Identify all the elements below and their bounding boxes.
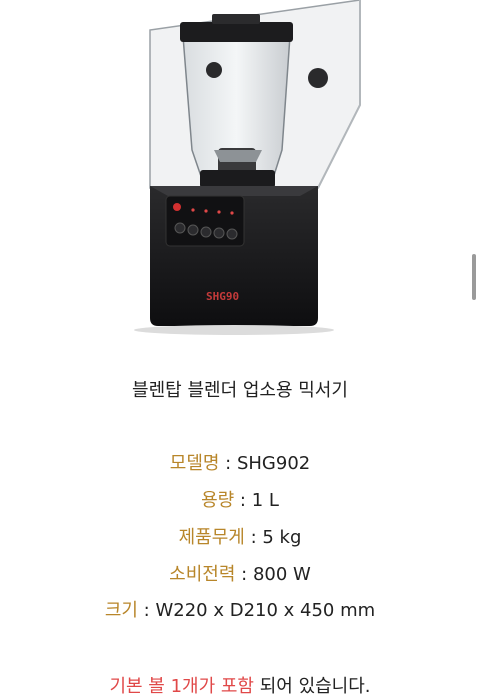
spec-row-model: 모델명 : SHG902 xyxy=(0,453,480,475)
spec-row-weight: 제품무게 : 5 kg xyxy=(0,527,480,549)
blender-illustration: SHG90 xyxy=(134,0,361,335)
spec-separator: : xyxy=(234,490,252,511)
product-caption: 블렌탑 블렌더 업소용 믹서기 xyxy=(132,380,348,401)
product-image: SHG90 xyxy=(0,0,480,355)
spec-value: 5 kg xyxy=(262,527,302,548)
jar-lid xyxy=(180,22,293,42)
spec-value: 800 W xyxy=(252,564,311,585)
spec-label: 소비전력 xyxy=(169,564,236,585)
spec-separator: : xyxy=(137,600,156,621)
spec-separator: : xyxy=(219,453,237,474)
spec-label: 용량 xyxy=(201,490,235,511)
spec-separator: : xyxy=(244,527,263,548)
included-note: 기본 볼 1개가 포함 되어 있습니다. xyxy=(0,672,480,698)
spec-row-power: 소비전력 : 800 W xyxy=(0,564,480,586)
included-note-text: 되어 있습니다. xyxy=(254,676,371,697)
brand-logo: SHG90 xyxy=(206,290,239,303)
spec-value: 1 L xyxy=(251,490,279,511)
spec-row-capacity: 용량 : 1 L xyxy=(0,490,480,512)
scrollbar-thumb[interactable] xyxy=(472,254,476,300)
spec-label: 제품무게 xyxy=(178,527,245,548)
spec-label: 크기 xyxy=(104,600,138,621)
spec-label: 모델명 xyxy=(169,453,220,474)
spec-value: W220 x D210 x 450 mm xyxy=(155,600,376,621)
spec-value: SHG902 xyxy=(236,453,311,474)
spec-row-size: 크기 : W220 x D210 x 450 mm xyxy=(0,600,480,622)
shield-knob-right xyxy=(308,68,328,88)
shield-knob-left xyxy=(206,62,222,78)
included-note-highlight: 기본 볼 1개가 포함 xyxy=(109,676,254,697)
spec-separator: : xyxy=(235,564,253,585)
